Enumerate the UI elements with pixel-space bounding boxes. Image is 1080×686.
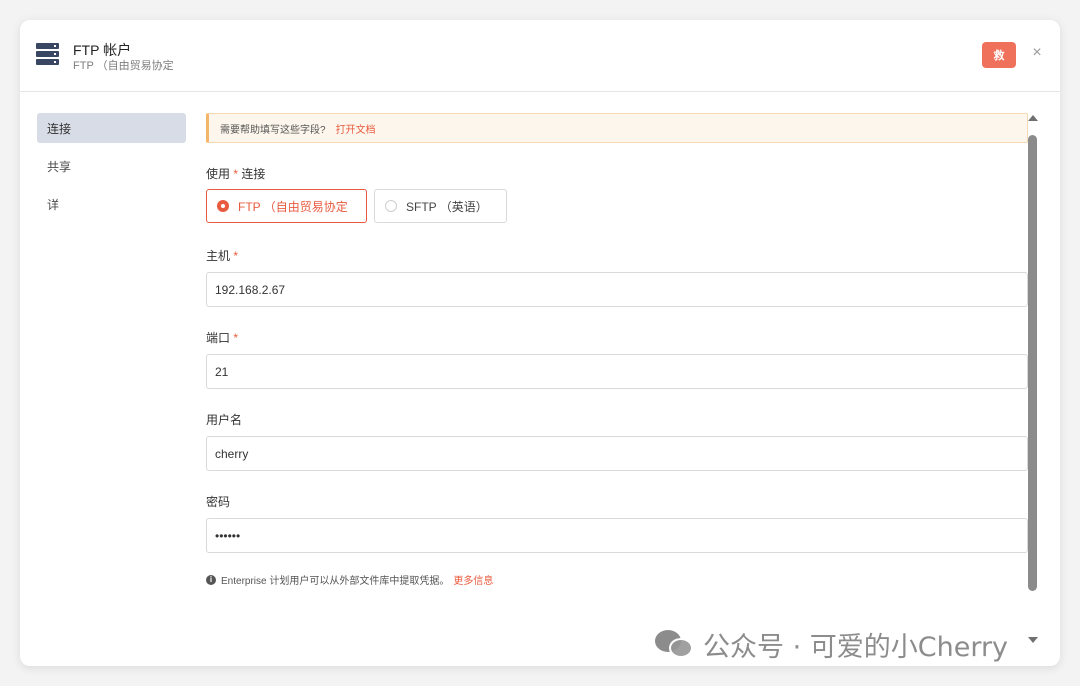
radio-sftp-label: SFTP （英语） [406,199,488,214]
required-mark: * [233,249,239,263]
sidebar-item-sharing[interactable]: 共享 [37,151,186,181]
port-input[interactable] [206,354,1028,389]
scroll-up-arrow-icon[interactable] [1028,115,1038,121]
open-docs-link[interactable]: 打开文档 [336,121,376,136]
connection-label-prefix: 使用 [206,167,231,181]
watermark: 公众号 · 可爱的小Cherry [655,624,1008,664]
enterprise-note: i Enterprise 计划用户可以从外部文件库中提取凭据。 更多信息 [206,572,1028,587]
more-info-link[interactable]: 更多信息 [453,572,493,587]
ftp-account-dialog: FTP 帐户 FTP （自由贸易协定 救 × 连接 共享 详 需要帮助填写这些字… [20,20,1060,666]
radio-sftp[interactable]: SFTP （英语） [374,189,507,223]
help-banner: 需要帮助填写这些字段? 打开文档 [206,113,1028,143]
enterprise-note-text: Enterprise 计划用户可以从外部文件库中提取凭据。 [221,576,450,587]
port-field: 端口 * [206,329,1028,389]
dialog-subtitle: FTP （自由贸易协定 [73,60,174,72]
required-mark: * [233,331,239,345]
wechat-logo-icon [655,628,695,660]
help-banner-text: 需要帮助填写这些字段? [220,124,326,136]
server-stack-icon [36,43,60,65]
scroll-thumb[interactable] [1028,135,1037,591]
radio-unchecked-icon [385,200,397,212]
username-field: 用户名 [206,411,1028,471]
info-icon: i [206,574,216,585]
password-field: 密码 [206,493,1028,553]
radio-ftp-label: FTP （自由贸易协定 [238,199,348,214]
sidebar-item-details[interactable]: 详 [37,189,186,219]
host-label: 主机 * [206,247,1028,263]
connection-radio-group: FTP （自由贸易协定 SFTP （英语） [206,189,1028,223]
required-mark: * [233,167,239,181]
host-field: 主机 * [206,247,1028,307]
username-label: 用户名 [206,413,243,427]
password-input[interactable] [206,518,1028,553]
watermark-text: 公众号 · 可爱的小Cherry [703,631,1009,663]
scrollbar[interactable] [1026,115,1040,666]
sidebar-item-connection[interactable]: 连接 [37,113,186,143]
sidebar: 连接 共享 详 [37,113,186,227]
scroll-down-arrow-icon[interactable] [1028,637,1038,643]
form-panel: 需要帮助填写这些字段? 打开文档 使用 * 连接 FTP （自由贸易协定 SFT… [206,113,1028,587]
connection-field: 使用 * 连接 FTP （自由贸易协定 SFTP （英语） [206,165,1028,223]
host-label-text: 主机 [206,249,231,263]
port-label: 端口 * [206,329,1028,345]
username-input[interactable] [206,436,1028,471]
radio-ftp[interactable]: FTP （自由贸易协定 [206,189,367,223]
host-input[interactable] [206,272,1028,307]
save-button[interactable]: 救 [982,42,1016,68]
connection-label-suffix: 连接 [241,167,266,181]
connection-label: 使用 * 连接 [206,165,1028,181]
radio-checked-icon [217,200,229,212]
close-icon[interactable]: × [1028,42,1046,64]
dialog-header: FTP 帐户 FTP （自由贸易协定 救 × [20,20,1060,92]
port-label-text: 端口 [206,331,231,345]
password-label: 密码 [206,495,231,509]
